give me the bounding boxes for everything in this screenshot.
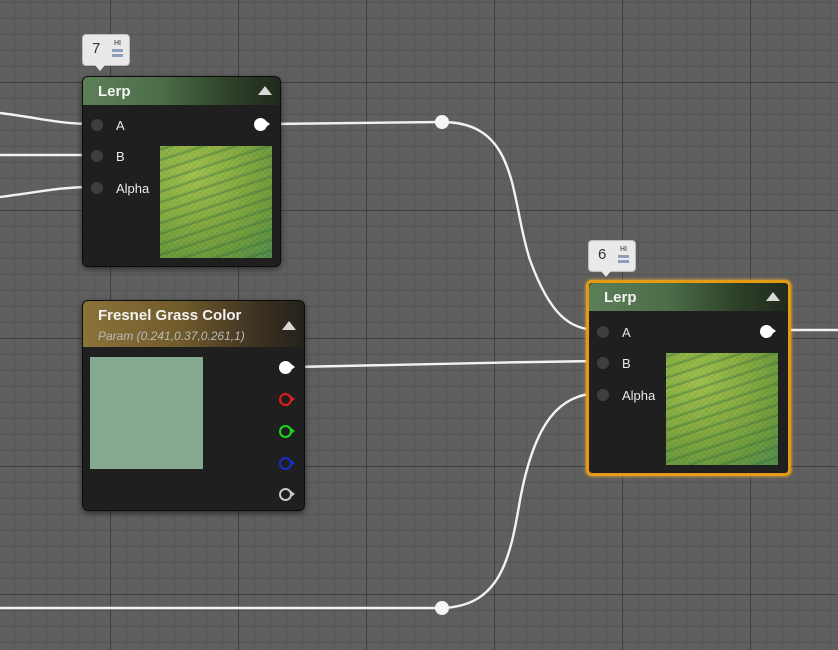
pin-dot-icon[interactable] bbox=[597, 326, 609, 338]
pin-dot-icon[interactable] bbox=[597, 357, 609, 369]
pin-dot-icon[interactable] bbox=[91, 119, 103, 131]
pin-label: A bbox=[622, 325, 631, 340]
output-pin-g[interactable] bbox=[279, 425, 295, 438]
output-pin-rgba[interactable] bbox=[279, 361, 295, 374]
node-header[interactable]: Lerp bbox=[83, 77, 280, 105]
pin-label: B bbox=[622, 356, 631, 371]
lerp-top-stats-badge: 7 HI bbox=[82, 34, 130, 71]
lerp-node-bottom[interactable]: Lerp A B Alpha bbox=[586, 280, 791, 476]
stats-icon: HI bbox=[618, 246, 629, 264]
reroute-dot-icon[interactable] bbox=[435, 601, 449, 615]
node-title: Lerp bbox=[604, 289, 637, 306]
material-graph-canvas[interactable]: 7 HI Lerp A B Alpha Fresnel Grass Color … bbox=[0, 0, 838, 650]
texture-preview bbox=[160, 146, 272, 258]
pin-label: B bbox=[116, 149, 125, 164]
output-pin-a[interactable] bbox=[279, 488, 295, 501]
node-subtitle: Param (0.241,0.37,0.261,1) bbox=[98, 329, 245, 343]
node-header[interactable]: Lerp bbox=[589, 283, 788, 311]
wire-lerp-top-to-reroute[interactable] bbox=[269, 120, 443, 126]
color-swatch bbox=[90, 357, 203, 469]
pin-dot-icon[interactable] bbox=[91, 150, 103, 162]
node-header[interactable]: Fresnel Grass Color Param (0.241,0.37,0.… bbox=[83, 301, 304, 347]
pin-dot-icon[interactable] bbox=[597, 389, 609, 401]
node-title: Lerp bbox=[98, 83, 131, 100]
pin-label: A bbox=[116, 118, 125, 133]
badge-count: 7 bbox=[92, 40, 101, 57]
wire-reroute-to-lerp-bottom-alpha[interactable] bbox=[441, 391, 599, 610]
wire-reroute-to-lerp-bottom-a[interactable] bbox=[441, 120, 599, 332]
pin-dot-icon[interactable] bbox=[91, 182, 103, 194]
wire-fresnel-to-lerp-bottom-b[interactable] bbox=[293, 359, 599, 369]
pin-label: Alpha bbox=[622, 388, 656, 403]
lerp-node-top[interactable]: Lerp A B Alpha bbox=[82, 76, 281, 267]
node-title: Fresnel Grass Color bbox=[98, 307, 242, 324]
fresnel-grass-color-node[interactable]: Fresnel Grass Color Param (0.241,0.37,0.… bbox=[82, 300, 305, 511]
wire-into-lerp-top-alpha[interactable] bbox=[0, 185, 93, 199]
triangle-up-icon[interactable] bbox=[766, 292, 780, 301]
triangle-up-icon[interactable] bbox=[258, 86, 272, 95]
triangle-up-icon[interactable] bbox=[282, 321, 296, 330]
output-pin-b[interactable] bbox=[279, 457, 295, 470]
badge-count: 6 bbox=[598, 246, 607, 263]
reroute-dot-icon[interactable] bbox=[435, 115, 449, 129]
output-pin[interactable] bbox=[254, 118, 270, 131]
texture-preview bbox=[666, 353, 778, 465]
output-pin-r[interactable] bbox=[279, 393, 295, 406]
stats-icon: HI bbox=[112, 40, 123, 58]
lerp-bottom-stats-badge: 6 HI bbox=[588, 240, 636, 277]
output-pin[interactable] bbox=[760, 325, 776, 338]
wire-into-lerp-top-a[interactable] bbox=[0, 111, 93, 126]
pin-label: Alpha bbox=[116, 181, 150, 196]
